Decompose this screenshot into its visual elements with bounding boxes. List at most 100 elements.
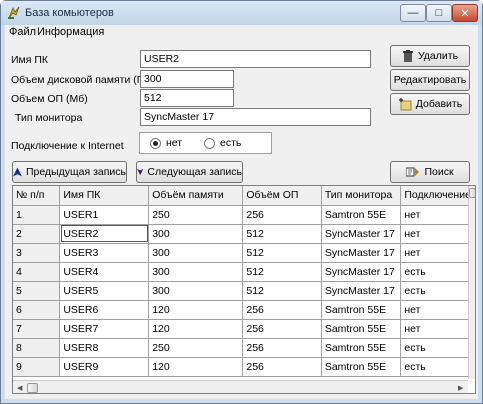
delete-button[interactable]: Удалить	[390, 45, 470, 67]
cell-internet[interactable]: нет	[400, 205, 475, 225]
records-grid[interactable]: № п/п Имя ПК Объём памяти Объём ОП Тип м…	[12, 185, 476, 394]
table-row[interactable]: 4 USER4 300 512 SyncMaster 17 есть	[13, 262, 475, 282]
cell-name[interactable]: USER2	[59, 224, 150, 244]
radio-empty-icon	[204, 137, 215, 149]
cell-name[interactable]: USER6	[59, 300, 150, 320]
cell-num[interactable]: 1	[13, 205, 61, 225]
cell-disk[interactable]: 300	[148, 262, 244, 282]
table-row[interactable]: 6 USER6 120 256 Samtron 55E нет	[13, 300, 475, 320]
cell-num[interactable]: 2	[13, 224, 61, 244]
prev-record-button[interactable]: Предыдущая запись	[12, 161, 127, 183]
cell-ram[interactable]: 512	[242, 281, 322, 301]
search-button[interactable]: Поиск	[390, 161, 470, 183]
cell-monitor[interactable]: Samtron 55E	[321, 357, 402, 377]
cell-num[interactable]: 5	[13, 281, 61, 301]
pc-name-input[interactable]: USER2	[140, 50, 371, 68]
cell-name[interactable]: USER4	[59, 262, 150, 282]
cell-disk[interactable]: 300	[148, 281, 244, 301]
cell-num[interactable]: 6	[13, 300, 61, 320]
table-row[interactable]: 3 USER3 300 512 SyncMaster 17 нет	[13, 243, 475, 263]
cell-name[interactable]: USER9	[59, 357, 150, 377]
col-header-monitor[interactable]: Тип монитора	[321, 186, 402, 206]
col-header-disk[interactable]: Объём памяти	[148, 186, 244, 206]
next-record-button[interactable]: Следующая запись	[136, 161, 243, 183]
cell-monitor[interactable]: Samtron 55E	[321, 338, 402, 358]
table-row[interactable]: 2 USER2 300 512 SyncMaster 17 нет	[13, 224, 475, 244]
delete-label: Удалить	[417, 50, 459, 62]
table-row[interactable]: 9 USER9 120 256 Samtron 55E есть	[13, 357, 475, 377]
monitor-input[interactable]: SyncMaster 17	[140, 108, 371, 126]
cell-internet[interactable]: нет	[400, 243, 475, 263]
cell-name[interactable]: USER7	[59, 319, 150, 339]
cell-disk[interactable]: 120	[148, 357, 244, 377]
cell-ram[interactable]: 256	[242, 205, 322, 225]
cell-num[interactable]: 3	[13, 243, 61, 263]
cell-ram[interactable]: 512	[242, 243, 322, 263]
cell-ram[interactable]: 512	[242, 262, 322, 282]
search-icon	[406, 167, 420, 177]
table-row[interactable]: 7 USER7 120 256 Samtron 55E нет	[13, 319, 475, 339]
scroll-right-icon[interactable]: ▶	[458, 384, 463, 392]
cell-disk[interactable]: 300	[148, 243, 244, 263]
col-header-name[interactable]: Имя ПК	[59, 186, 150, 206]
cell-num[interactable]: 8	[13, 338, 61, 358]
table-row[interactable]: 5 USER5 300 512 SyncMaster 17 есть	[13, 281, 475, 301]
col-header-num[interactable]: № п/п	[13, 186, 61, 206]
cell-disk[interactable]: 120	[148, 319, 244, 339]
edit-button[interactable]: Редактировать	[390, 69, 470, 91]
cell-monitor[interactable]: SyncMaster 17	[321, 224, 402, 244]
cell-internet[interactable]: есть	[400, 338, 475, 358]
cell-monitor[interactable]: Samtron 55E	[321, 300, 402, 320]
cell-ram[interactable]: 512	[242, 224, 322, 244]
cell-disk[interactable]: 120	[148, 300, 244, 320]
cell-internet[interactable]: нет	[400, 319, 475, 339]
vertical-scroll-thumb[interactable]	[469, 188, 475, 198]
close-button[interactable]: ✕	[452, 4, 478, 22]
add-button[interactable]: Добавить	[390, 93, 470, 115]
minimize-button[interactable]: —	[400, 4, 426, 22]
cell-ram[interactable]: 256	[242, 319, 322, 339]
scroll-left-icon[interactable]: ◀	[17, 384, 22, 392]
cell-num[interactable]: 9	[13, 357, 61, 377]
cell-disk[interactable]: 250	[148, 205, 244, 225]
cell-num[interactable]: 7	[13, 319, 61, 339]
cell-ram[interactable]: 256	[242, 357, 322, 377]
cell-internet[interactable]: есть	[400, 262, 475, 282]
cell-num[interactable]: 4	[13, 262, 61, 282]
internet-label: Подключение к Internet	[11, 140, 124, 152]
cell-name[interactable]: USER8	[59, 338, 150, 358]
menu-file[interactable]: Файл	[9, 26, 36, 38]
cell-monitor[interactable]: SyncMaster 17	[321, 243, 402, 263]
cell-disk[interactable]: 250	[148, 338, 244, 358]
col-header-internet[interactable]: Подключение	[400, 186, 475, 206]
title-bar[interactable]: База комьютеров — □ ✕	[1, 1, 482, 25]
cell-monitor[interactable]: SyncMaster 17	[321, 262, 402, 282]
cell-name[interactable]: USER5	[59, 281, 150, 301]
horizontal-scrollbar[interactable]: ◀ ▶	[13, 380, 468, 393]
cell-name[interactable]: USER1	[59, 205, 150, 225]
cell-internet[interactable]: есть	[400, 281, 475, 301]
col-header-ram[interactable]: Объём ОП	[242, 186, 322, 206]
cell-monitor[interactable]: Samtron 55E	[321, 319, 402, 339]
radio-yes[interactable]: есть	[204, 137, 241, 149]
table-row[interactable]: 1 USER1 250 256 Samtron 55E нет	[13, 205, 475, 225]
horizontal-scroll-thumb[interactable]	[27, 383, 38, 393]
maximize-button[interactable]: □	[426, 4, 452, 22]
radio-no[interactable]: нет	[150, 137, 182, 149]
vertical-scrollbar[interactable]	[468, 186, 475, 379]
cell-monitor[interactable]: SyncMaster 17	[321, 281, 402, 301]
monitor-label: Тип монитора	[15, 112, 83, 124]
cell-disk[interactable]: 300	[148, 224, 244, 244]
cell-internet[interactable]: нет	[400, 224, 475, 244]
disk-input[interactable]: 300	[140, 70, 234, 88]
cell-internet[interactable]: есть	[400, 357, 475, 377]
table-row[interactable]: 8 USER8 250 256 Samtron 55E есть	[13, 338, 475, 358]
cell-ram[interactable]: 256	[242, 338, 322, 358]
ram-input[interactable]: 512	[140, 89, 234, 107]
cell-ram[interactable]: 256	[242, 300, 322, 320]
menu-info[interactable]: Информация	[37, 26, 104, 38]
internet-radio-group: нет есть	[139, 132, 272, 154]
cell-monitor[interactable]: Samtron 55E	[321, 205, 402, 225]
cell-name[interactable]: USER3	[59, 243, 150, 263]
cell-internet[interactable]: нет	[400, 300, 475, 320]
